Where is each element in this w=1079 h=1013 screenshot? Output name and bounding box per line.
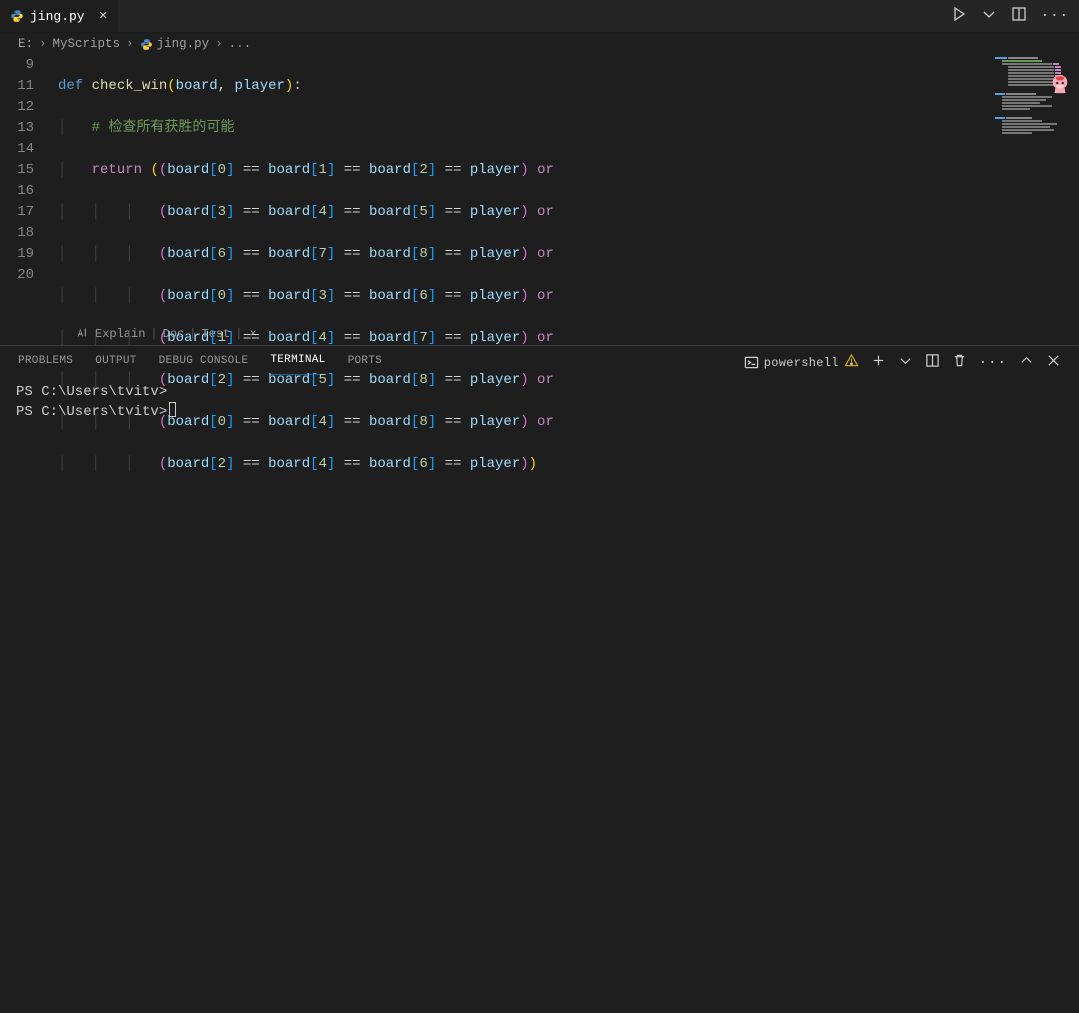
breadcrumb-more[interactable]: ... (229, 37, 252, 51)
breadcrumb-file[interactable]: jing.py (157, 37, 210, 51)
kill-terminal-icon[interactable] (952, 353, 967, 372)
close-tab-icon[interactable]: × (99, 9, 108, 24)
python-file-icon (10, 9, 24, 23)
split-editor-icon[interactable] (1011, 6, 1027, 26)
chevron-right-icon: › (39, 37, 47, 51)
close-panel-icon[interactable] (1046, 353, 1061, 372)
breadcrumb-drive[interactable]: E: (18, 37, 33, 51)
code-content[interactable]: def check_win(board, player): │ # 检查所有获胜… (58, 55, 554, 538)
run-icon[interactable] (951, 6, 967, 26)
maximize-panel-icon[interactable] (1019, 353, 1034, 372)
terminal-shell-label[interactable]: powershell (744, 353, 859, 372)
line-number-gutter: 911121314151617181920 (0, 55, 52, 286)
breadcrumb[interactable]: E: › MyScripts › jing.py › ... (0, 33, 1079, 55)
terminal-dropdown-icon[interactable] (898, 353, 913, 372)
split-terminal-icon[interactable] (925, 353, 940, 372)
python-file-icon (140, 38, 153, 51)
code-editor[interactable]: 911121314151617181920 def check_win(boar… (0, 55, 1079, 323)
tab-bar: jing.py × ··· (0, 0, 1079, 33)
panel-more-icon[interactable]: ··· (979, 355, 1007, 371)
chevron-right-icon: › (215, 37, 223, 51)
editor-tab[interactable]: jing.py × (0, 0, 119, 32)
tab-filename: jing.py (30, 9, 85, 24)
more-actions-icon[interactable]: ··· (1041, 8, 1069, 24)
new-terminal-icon[interactable] (871, 353, 886, 372)
run-dropdown-icon[interactable] (981, 6, 997, 26)
chevron-right-icon: › (126, 37, 134, 51)
breadcrumb-folder[interactable]: MyScripts (53, 37, 121, 51)
tab-actions: ··· (951, 0, 1079, 32)
warning-icon (844, 353, 859, 372)
